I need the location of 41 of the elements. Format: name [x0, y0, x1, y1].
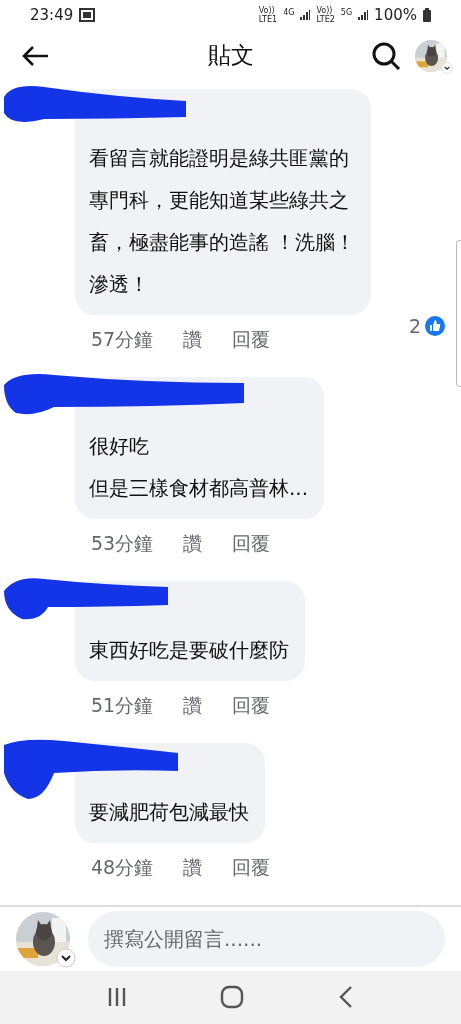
network-label: 5G: [340, 8, 353, 17]
search-icon[interactable]: [371, 40, 401, 71]
chevron-icon[interactable]: [441, 61, 453, 74]
back-icon[interactable]: [20, 43, 50, 68]
thumbs-up-icon: [425, 316, 445, 337]
reaction-count: 2: [408, 315, 421, 338]
comment-text: 要減肥荷包減最快: [89, 799, 249, 827]
comment-input[interactable]: 撰寫公開留言......: [88, 911, 445, 968]
back-nav-icon[interactable]: [338, 985, 355, 1010]
screenshot-icon: [79, 8, 96, 22]
comment-time: 57分鐘: [91, 327, 154, 353]
comment-time: 53分鐘: [91, 531, 154, 557]
signal-icon: [300, 10, 311, 20]
page-title: 貼文: [206, 41, 255, 71]
status-time: 23:49: [30, 6, 74, 24]
comment-text: 看留言就能證明是綠共匪黨的: [89, 145, 350, 173]
comment-text: 很好吃: [89, 433, 150, 461]
like-link[interactable]: 讚: [183, 327, 203, 354]
like-link[interactable]: 讚: [183, 855, 203, 882]
network-label: 4G: [283, 8, 295, 17]
like-link[interactable]: 讚: [183, 531, 203, 558]
signal-icon: [358, 10, 369, 20]
reply-link[interactable]: 回覆: [232, 693, 271, 720]
comment-text: 但是三樣食材都高普林...: [89, 475, 309, 503]
comment-text: 東西好吃是要破什麼防: [89, 637, 289, 665]
reply-link[interactable]: 回覆: [232, 855, 271, 882]
home-icon[interactable]: [220, 985, 245, 1010]
battery-icon: [423, 8, 431, 22]
recent-apps-icon[interactable]: [106, 986, 127, 1009]
like-link[interactable]: 讚: [183, 693, 203, 720]
comment-text: 畜，極盡能事的造謠 ！洗腦！: [89, 229, 356, 257]
comment-text: 滲透！: [89, 271, 150, 299]
comment-time: 51分鐘: [91, 693, 154, 719]
reply-link[interactable]: 回覆: [232, 327, 271, 354]
volte-label: Vo)) LTE2: [316, 6, 335, 24]
comment-time: 48分鐘: [91, 855, 154, 881]
comment-text: 專門科，更能知道某些綠共之: [89, 187, 350, 215]
chevron-icon[interactable]: [56, 948, 76, 969]
reply-link[interactable]: 回覆: [232, 531, 271, 558]
battery-percent: 100%: [374, 6, 417, 24]
volte-label: Vo)) LTE1: [258, 6, 278, 24]
